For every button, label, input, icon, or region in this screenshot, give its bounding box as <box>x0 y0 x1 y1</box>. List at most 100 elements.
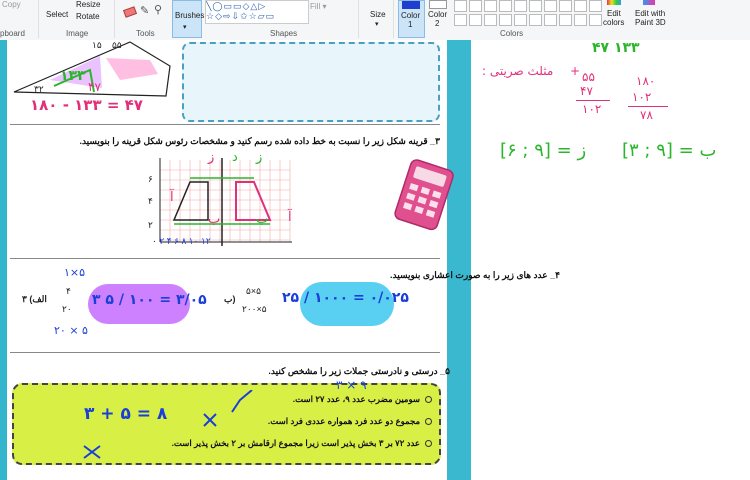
edit-colors-button[interactable]: Edit colors <box>600 0 628 36</box>
palette-swatch[interactable] <box>514 14 527 26</box>
notes-pink-sub-top: ۱۸۰ <box>636 74 656 88</box>
color1-button[interactable]: Color 1 <box>398 0 425 38</box>
radio-circle-icon[interactable] <box>425 440 432 448</box>
q4-a-frac-bottom: ۲۰ <box>62 304 72 314</box>
color1-number: 1 <box>408 20 413 29</box>
resize-button[interactable]: Resize <box>76 0 100 9</box>
notes-top-green: ۴۷ ۱۳۳ <box>592 40 640 56</box>
notes-green-right: ب = [۹ ; ۳] <box>622 140 717 161</box>
q4-b-frac-bottom: ۲۰۰×۵ <box>242 304 267 314</box>
palette-swatch[interactable] <box>529 14 542 26</box>
notes-pink-sub-mid: ۱۰۲ <box>632 90 652 104</box>
brushes-button[interactable]: Brushes ▾ <box>172 0 204 38</box>
q3-y-tick: ۴ <box>148 196 153 206</box>
select-button[interactable]: Select <box>46 10 68 19</box>
triangle-angle-top: ۱۵ <box>92 40 102 50</box>
palette-swatch[interactable] <box>499 14 512 26</box>
notes-pink-title: مثلث صریتی : <box>482 64 554 78</box>
section-divider <box>10 124 440 125</box>
chevron-down-icon: ▾ <box>183 24 187 31</box>
palette-swatch[interactable] <box>454 14 467 26</box>
tf-item-text: سومین مضرب عدد ۹، عدد ۲۷ است. <box>292 394 420 404</box>
group-label-shapes: Shapes <box>270 29 298 38</box>
eraser-icon[interactable] <box>122 6 138 18</box>
ribbon-separator <box>358 0 359 38</box>
q4-part-a-label: الف) ۳ <box>22 294 47 304</box>
color1-label: Color <box>401 11 421 20</box>
triangle-pink-angle: ۴۷ <box>88 80 101 94</box>
palette-swatch[interactable] <box>514 0 527 12</box>
ribbon-separator <box>114 0 115 38</box>
palette-swatch[interactable] <box>484 14 497 26</box>
tf-item: مجموع دو عدد فرد همواره عددی فرد است. <box>268 416 432 427</box>
q3-y-tick: ۶ <box>148 174 153 184</box>
color1-swatch <box>402 1 420 9</box>
edit-paint3d-button[interactable]: Edit with Paint 3D <box>632 0 668 36</box>
notes-pink-sum-result: ۱۰۲ <box>582 102 602 116</box>
q5-hand-above: ۳ × ۹ <box>336 378 367 392</box>
magnifier-icon[interactable]: ⚲ <box>154 3 162 16</box>
group-label-clipboard: pboard <box>0 29 25 38</box>
answer-box <box>182 42 440 122</box>
edit-colors-label-2: colors <box>603 18 625 27</box>
group-label-colors: Colors <box>500 29 524 38</box>
paint3d-icon <box>643 0 655 5</box>
palette-swatch[interactable] <box>544 0 557 12</box>
question-5-text: ۵_ درستی و نادرستی جملات زیر را مشخص کنی… <box>268 366 450 376</box>
palette-swatch[interactable] <box>499 0 512 12</box>
palette-swatch[interactable] <box>544 14 557 26</box>
triangle-equation: ۱۸۰ - ۱۳۳ = ۴۷ <box>30 96 143 114</box>
edit-paint3d-label-2: Paint 3D <box>635 18 666 27</box>
question-3-text: ۳_ قرینه شکل زیر را نسبت به خط داده شده … <box>79 136 440 146</box>
notes-pink-plus: + <box>570 64 581 78</box>
palette-swatch[interactable] <box>469 14 482 26</box>
tf-item: سومین مضرب عدد ۹، عدد ۲۷ است. <box>293 394 432 405</box>
notes-pink-sub-result: ۷۸ <box>640 108 653 122</box>
group-label-image: Image <box>66 29 89 38</box>
q3-y-tick: ۲ <box>148 220 153 230</box>
section-divider <box>10 258 440 259</box>
radio-circle-icon[interactable] <box>425 418 432 426</box>
rotate-button[interactable]: Rotate <box>76 12 100 21</box>
tf-item-text: مجموع دو عدد فرد همواره عددی فرد است. <box>267 416 420 426</box>
q3-x-tick: ۱۲ <box>200 237 211 247</box>
hand-marks <box>83 390 253 459</box>
color2-swatch <box>429 0 447 9</box>
fill-button[interactable]: Fill ▾ <box>310 2 326 11</box>
triangle-hand-angle: ۱۳۳ <box>60 68 86 84</box>
q4-part-b-label: ب) <box>224 294 236 304</box>
q3-x-tick: ۸ <box>181 237 187 247</box>
q3-hand-label: ب <box>256 212 269 227</box>
q3-x-tick: ۱۰ <box>188 237 199 247</box>
palette-swatch[interactable] <box>484 0 497 12</box>
color-palette[interactable] <box>454 0 602 26</box>
q3-x-tick: ۲ <box>159 237 165 247</box>
notes-sub-line <box>628 106 668 107</box>
palette-swatch[interactable] <box>454 0 467 12</box>
radio-circle-icon[interactable] <box>425 396 432 404</box>
copy-button[interactable]: Copy <box>2 0 21 9</box>
shapes-gallery[interactable]: ╲◯▭▭◇△▷ ☆◇⇨⇩✩☆▱▭ <box>205 0 309 24</box>
worksheet-left-border <box>0 40 7 480</box>
q4-a-hand-top: ۱×۵ <box>64 266 86 279</box>
palette-swatch[interactable] <box>529 0 542 12</box>
color-picker-icon[interactable]: ✎ <box>140 4 149 17</box>
palette-swatch[interactable] <box>559 14 572 26</box>
palette-swatch[interactable] <box>559 0 572 12</box>
palette-swatch[interactable] <box>574 0 587 12</box>
palette-swatch[interactable] <box>469 0 482 12</box>
size-button[interactable]: Size <box>370 10 386 19</box>
q3-hand-label: ب <box>208 212 221 227</box>
color2-button[interactable]: Color 2 <box>426 0 450 36</box>
ribbon-separator <box>38 0 39 38</box>
palette-swatch[interactable] <box>574 14 587 26</box>
color2-label: Color <box>428 10 448 19</box>
notes-sum-line <box>576 100 610 101</box>
section-divider <box>10 352 440 353</box>
notes-green-left: ز = [۹ ; ۶] <box>500 140 587 161</box>
notes-pink-sum-mid: ۴۷ <box>580 84 593 98</box>
edit-paint3d-label: Edit with <box>635 9 666 18</box>
q3-x-tick: ۰ <box>152 236 157 246</box>
chevron-down-icon: ▾ <box>375 21 379 28</box>
worksheet-right-border <box>447 40 471 480</box>
